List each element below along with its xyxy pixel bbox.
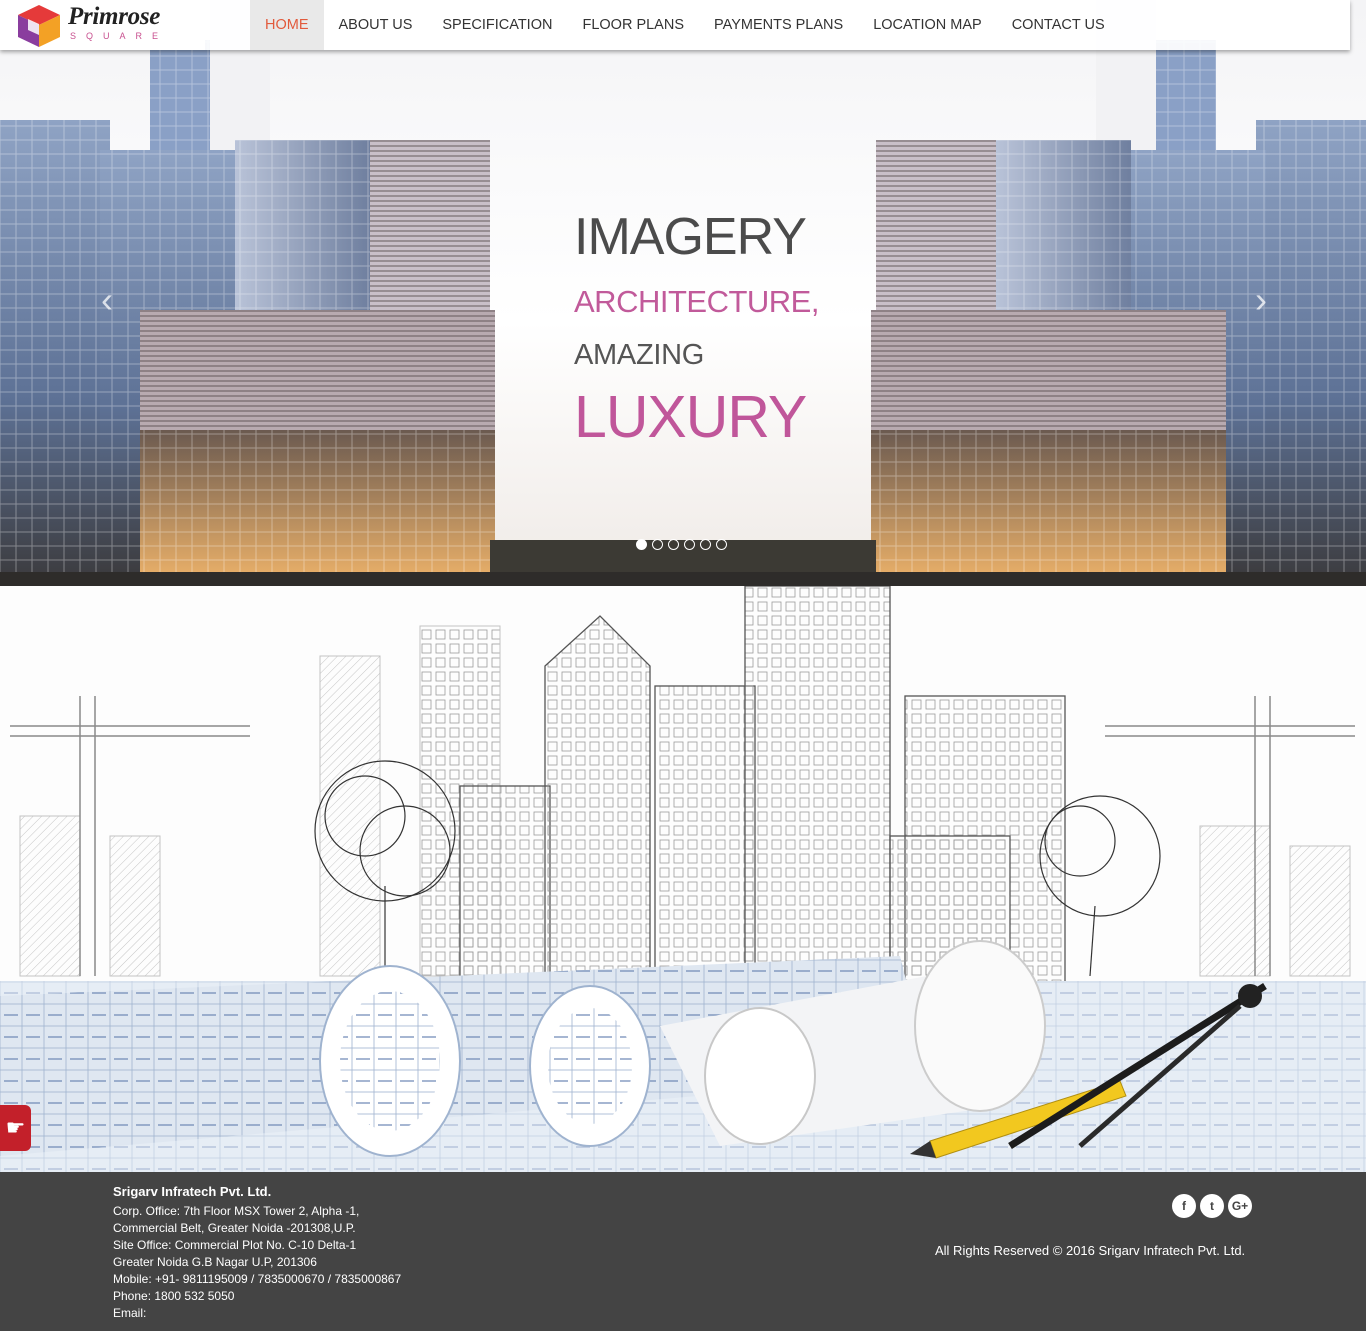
google-plus-icon[interactable]: G+ (1228, 1194, 1252, 1218)
footer-company-name: Srigarv Infratech Pvt. Ltd. (113, 1184, 272, 1199)
nav-about-us[interactable]: ABOUT US (324, 0, 428, 50)
facebook-icon[interactable]: f (1172, 1194, 1196, 1218)
hero-line-luxury: LUXURY (574, 384, 807, 450)
footer-address-line: Greater Noida G.B Nagar U.P, 201306 (113, 1255, 317, 1269)
footer-address-line: Corp. Office: 7th Floor MSX Tower 2, Alp… (113, 1204, 360, 1218)
hand-pointer-icon: ☛ (5, 1115, 26, 1140)
slider-dot[interactable] (636, 539, 647, 550)
slider-prev-button[interactable]: ‹ (92, 282, 122, 318)
site-header: Primrose SQUARE HOME ABOUT US SPECIFICAT… (0, 0, 1350, 50)
sketch-banner (0, 586, 1366, 1172)
slider-dot[interactable] (668, 539, 679, 550)
slider-dot[interactable] (716, 539, 727, 550)
slider-dot[interactable] (652, 539, 663, 550)
footer-address-line: Site Office: Commercial Plot No. C-10 De… (113, 1238, 357, 1252)
hero-line-amazing: AMAZING (574, 339, 705, 371)
nav-specification[interactable]: SPECIFICATION (427, 0, 567, 50)
logo-subtitle: SQUARE (70, 31, 169, 41)
logo[interactable]: Primrose SQUARE (0, 0, 205, 50)
nav-home[interactable]: HOME (250, 0, 324, 50)
footer-copyright: All Rights Reserved © 2016 Srigarv Infra… (935, 1243, 1246, 1258)
slider-dot[interactable] (684, 539, 695, 550)
social-links: f t G+ (1172, 1194, 1252, 1218)
left-building (0, 0, 495, 586)
right-building (871, 0, 1366, 586)
nav-payments-plans[interactable]: PAYMENTS PLANS (699, 0, 858, 50)
nav-contact-us[interactable]: CONTACT US (997, 0, 1120, 50)
main-nav: HOME ABOUT US SPECIFICATION FLOOR PLANS … (250, 0, 1120, 50)
nav-location-map[interactable]: LOCATION MAP (858, 0, 997, 50)
chevron-left-icon: ‹ (101, 279, 113, 320)
side-enquiry-tab[interactable]: ☛ (0, 1105, 31, 1151)
hero-slider: IMAGERY ARCHITECTURE, AMAZING LUXURY ‹ › (0, 0, 1366, 586)
footer-email: Email: (113, 1306, 147, 1320)
logo-name: Primrose (68, 3, 161, 30)
nav-floor-plans[interactable]: FLOOR PLANS (567, 0, 699, 50)
hero-tagline: IMAGERY ARCHITECTURE, AMAZING LUXURY (574, 206, 834, 452)
twitter-icon[interactable]: t (1200, 1194, 1224, 1218)
footer-contact-block: Srigarv Infratech Pvt. Ltd. Corp. Office… (113, 1183, 401, 1322)
hero-line-architecture: ARCHITECTURE, (574, 284, 819, 319)
chevron-right-icon: › (1255, 279, 1267, 320)
slider-indicators (636, 539, 727, 550)
site-footer: Srigarv Infratech Pvt. Ltd. Corp. Office… (0, 1172, 1366, 1331)
hero-line-imagery: IMAGERY (574, 208, 807, 266)
footer-phone: Phone: 1800 532 5050 (113, 1289, 235, 1303)
cube-logo-icon (18, 5, 60, 47)
footer-mobile: Mobile: +91- 9811195009 / 7835000670 / 7… (113, 1272, 402, 1286)
slider-next-button[interactable]: › (1246, 282, 1276, 318)
footer-address-line: Commercial Belt, Greater Noida -201308,U… (113, 1221, 356, 1235)
city-sketch-image (0, 586, 1366, 1172)
slider-dot[interactable] (700, 539, 711, 550)
